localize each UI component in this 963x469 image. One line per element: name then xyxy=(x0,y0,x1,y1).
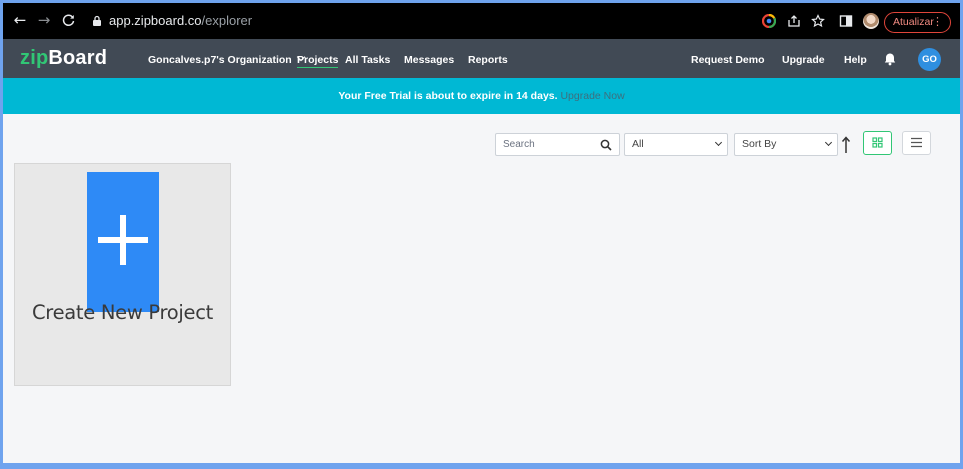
back-icon[interactable]: ← xyxy=(11,11,29,29)
menu-dots-icon: ⋮ xyxy=(932,16,943,28)
forward-icon[interactable]: → xyxy=(35,11,53,29)
search-icon[interactable] xyxy=(600,139,612,151)
trial-banner: Your Free Trial is about to expire in 14… xyxy=(3,78,960,114)
help-link[interactable]: Help xyxy=(844,54,867,66)
sort-select[interactable]: Sort By xyxy=(734,133,838,156)
list-icon xyxy=(911,137,922,148)
google-icon[interactable] xyxy=(762,14,776,28)
plus-icon xyxy=(87,172,159,312)
filter-select[interactable]: All xyxy=(624,133,728,156)
lock-icon[interactable] xyxy=(92,15,102,26)
chevron-down-icon xyxy=(824,138,833,147)
grid-icon xyxy=(872,137,883,148)
update-label: Atualizar xyxy=(893,16,934,28)
nav-reports[interactable]: Reports xyxy=(468,54,508,66)
request-demo-link[interactable]: Request Demo xyxy=(691,54,765,66)
star-icon[interactable] xyxy=(811,14,825,28)
search-input[interactable] xyxy=(496,134,591,155)
logo-zip: zip xyxy=(20,47,49,69)
profile-avatar[interactable] xyxy=(863,13,879,29)
address-bar[interactable]: app.zipboard.co/explorer xyxy=(109,13,252,28)
nav-projects[interactable]: Projects xyxy=(297,54,339,68)
sort-direction-icon[interactable] xyxy=(840,135,852,155)
nav-all-tasks[interactable]: All Tasks xyxy=(345,54,390,66)
create-project-card[interactable]: Create New Project xyxy=(14,163,231,386)
sidepanel-icon[interactable] xyxy=(839,14,853,28)
logo-board: Board xyxy=(48,47,108,69)
reload-icon[interactable] xyxy=(59,11,77,29)
search-box xyxy=(495,133,620,156)
browser-window: ← → app.zipboard.co/explorer Atualizar ⋮… xyxy=(3,3,960,463)
nav-messages[interactable]: Messages xyxy=(404,54,454,66)
user-avatar[interactable]: GO xyxy=(918,48,941,71)
organization-label: Goncalves.p7's Organization xyxy=(148,54,292,66)
sort-value: Sort By xyxy=(742,138,777,150)
zipboard-logo[interactable]: zipBoard xyxy=(20,47,107,70)
update-browser-button[interactable]: Atualizar ⋮ xyxy=(884,12,951,33)
browser-toolbar: ← → app.zipboard.co/explorer Atualizar ⋮ xyxy=(3,3,960,39)
upgrade-now-link[interactable]: Upgrade Now xyxy=(560,90,624,102)
list-view-button[interactable] xyxy=(902,131,931,155)
url-host: app.zipboard.co xyxy=(109,13,202,28)
trial-message: Your Free Trial is about to expire in 14… xyxy=(338,90,558,102)
url-path: /explorer xyxy=(201,13,253,28)
bell-icon[interactable] xyxy=(883,52,897,66)
grid-view-button[interactable] xyxy=(863,131,892,155)
organization-dropdown[interactable]: Goncalves.p7's Organization xyxy=(148,52,305,66)
app-navbar: zipBoard Goncalves.p7's Organization Pro… xyxy=(3,39,960,78)
share-icon[interactable] xyxy=(787,14,801,28)
upgrade-link[interactable]: Upgrade xyxy=(782,54,825,66)
create-project-label: Create New Project xyxy=(31,301,214,324)
chevron-down-icon xyxy=(714,138,723,147)
filter-value: All xyxy=(632,138,644,150)
